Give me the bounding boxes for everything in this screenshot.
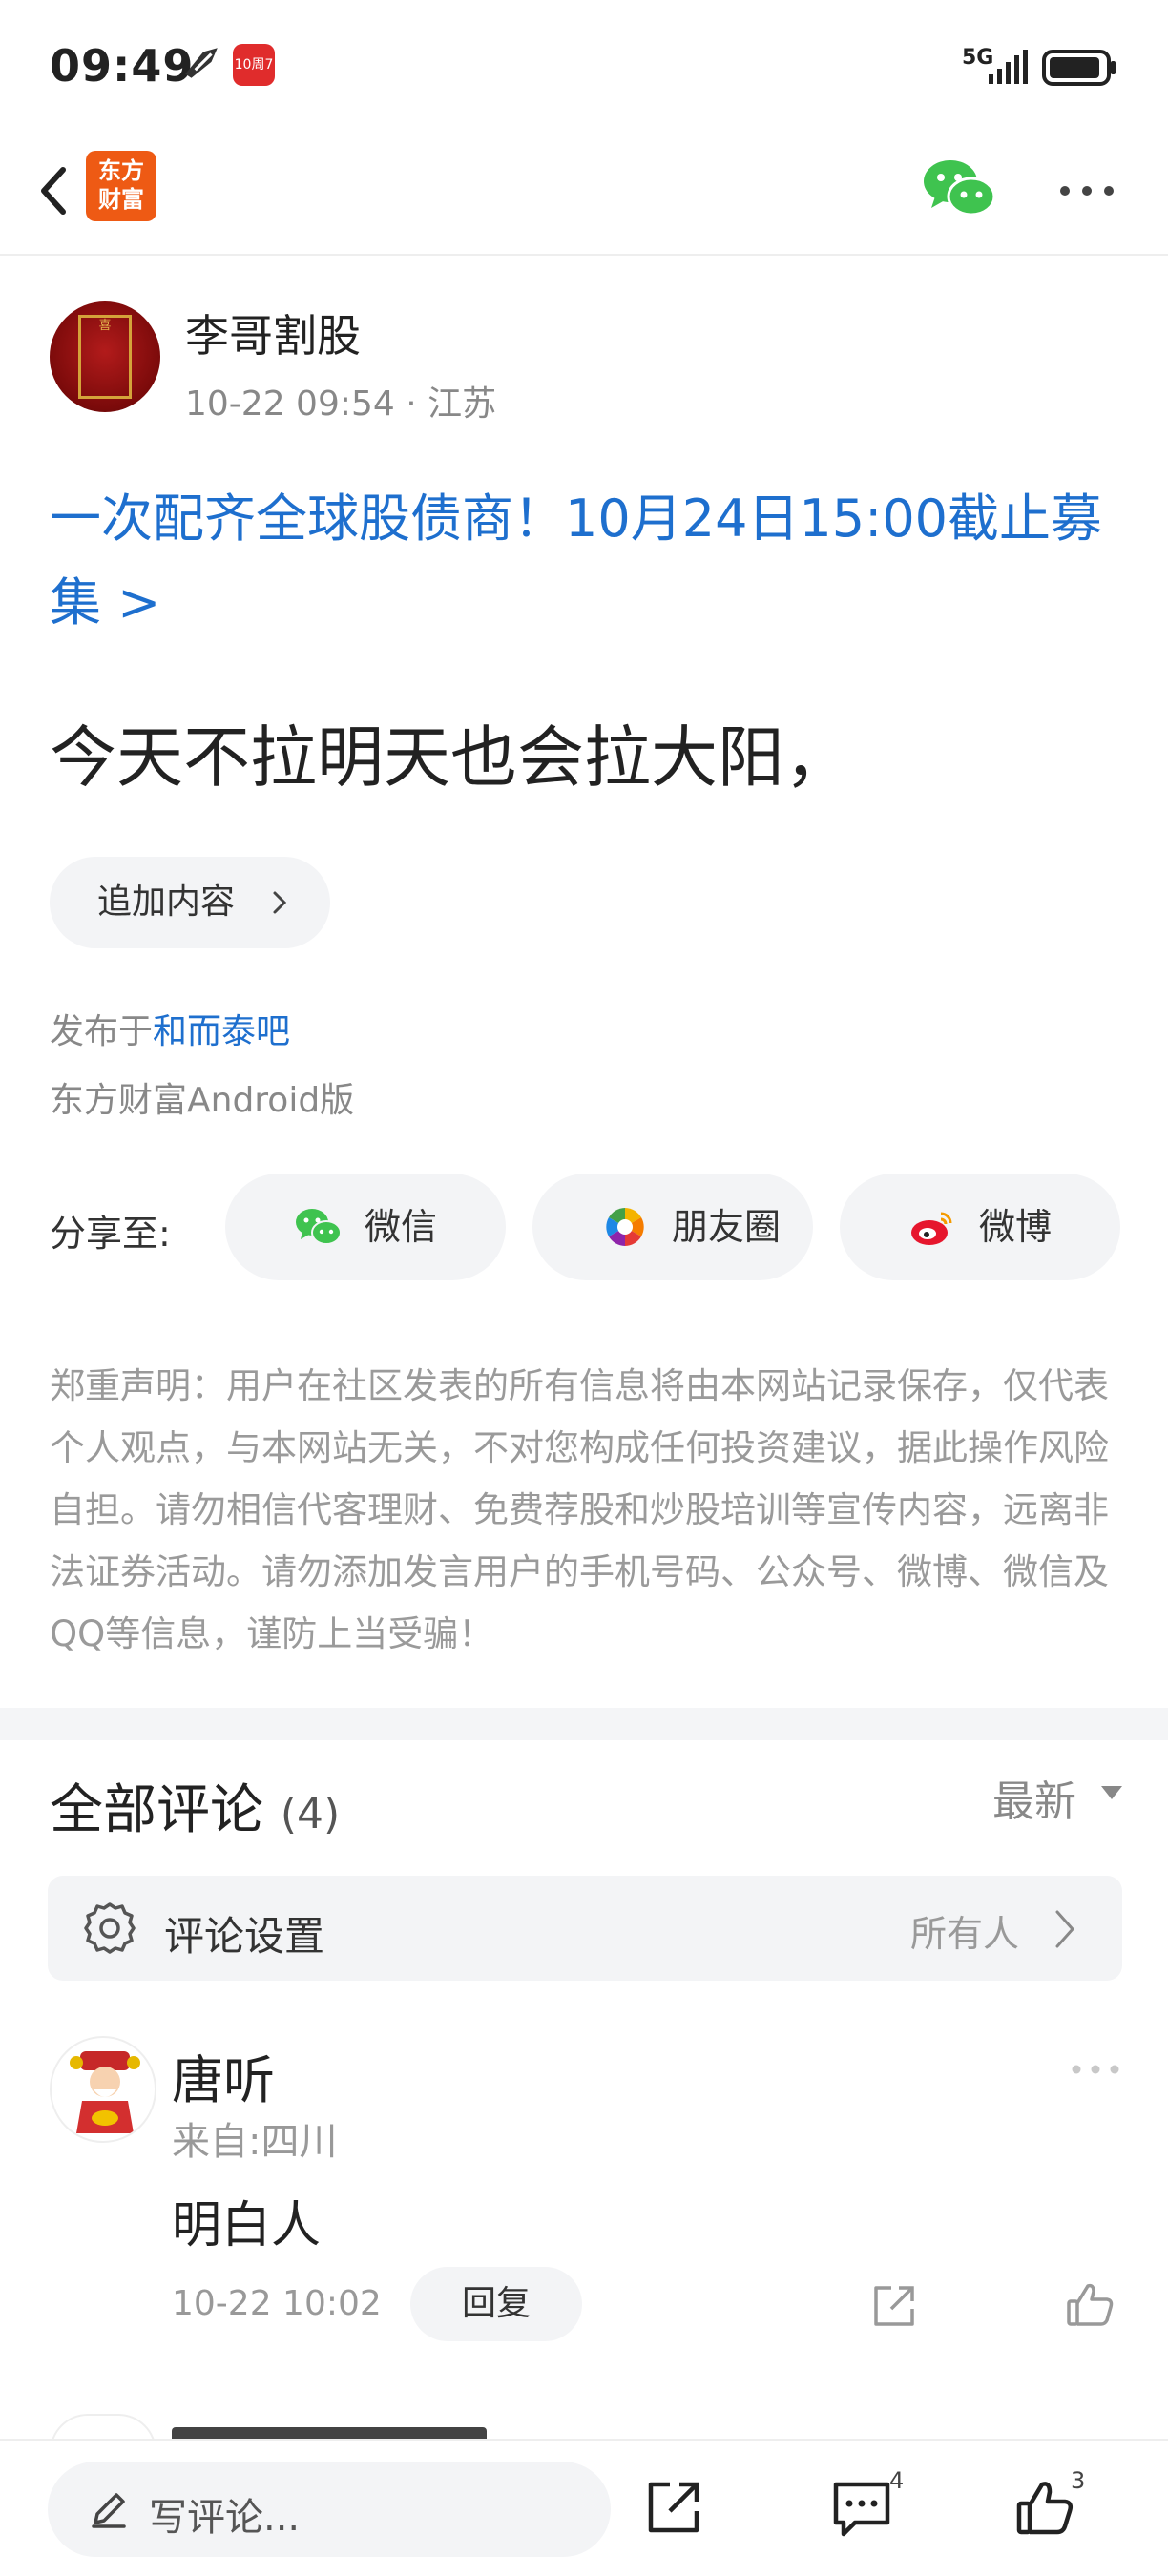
share-label: 分享至: bbox=[50, 1213, 171, 1255]
share-weibo-button[interactable]: 微博 bbox=[840, 1174, 1120, 1280]
write-comment-placeholder: 写评论... bbox=[149, 2496, 301, 2540]
signal-icon bbox=[989, 50, 1028, 84]
battery-icon bbox=[1042, 50, 1116, 86]
share-wechat-label: 微信 bbox=[365, 1206, 438, 1248]
gear-icon bbox=[84, 1902, 136, 1954]
wechat-share-icon[interactable] bbox=[922, 155, 996, 223]
more-options-icon[interactable] bbox=[1069, 2055, 1122, 2084]
section-divider bbox=[0, 1708, 1168, 1740]
promo-link[interactable]: 一次配齐全球股债商！10月24日15:00截止募集 > bbox=[50, 477, 1128, 645]
avatar-scroll-art: 喜 bbox=[78, 315, 132, 399]
back-arrow-icon[interactable] bbox=[19, 153, 95, 229]
share-wechat-button[interactable]: 微信 bbox=[225, 1174, 506, 1280]
status-time: 09:49 bbox=[50, 40, 195, 92]
top-nav: 东方 财富 bbox=[0, 134, 1168, 256]
status-bar: 09:49 10周7 5G bbox=[0, 0, 1168, 134]
write-comment-input[interactable]: 写评论... bbox=[48, 2462, 611, 2557]
comment-settings-value: 所有人 bbox=[910, 1913, 1020, 1955]
bar-link[interactable]: 和而泰吧 bbox=[153, 1012, 290, 1051]
comment-icon[interactable] bbox=[830, 2479, 893, 2540]
more-options-icon[interactable] bbox=[1053, 172, 1120, 210]
caishen-figure-icon bbox=[70, 2051, 140, 2133]
published-in: 发布于和而泰吧 bbox=[50, 1004, 290, 1053]
published-prefix: 发布于 bbox=[50, 1012, 154, 1051]
bottom-bar: 写评论... 4 3 bbox=[0, 2439, 1168, 2576]
share-moments-button[interactable]: 朋友圈 bbox=[532, 1174, 813, 1280]
paper-plane-icon bbox=[185, 48, 218, 78]
sort-label: 最新 bbox=[992, 1777, 1076, 1826]
comments-count: (4) bbox=[280, 1790, 341, 1839]
commenter-location: 来自:四川 bbox=[172, 2120, 338, 2164]
thumbs-up-icon[interactable] bbox=[1065, 2280, 1115, 2328]
share-weibo-label: 微博 bbox=[979, 1206, 1053, 1248]
author-avatar[interactable]: 喜 bbox=[50, 301, 160, 412]
comment-text: 明白人 bbox=[172, 2197, 322, 2254]
wechat-icon bbox=[296, 1209, 342, 1245]
chevron-right-icon bbox=[273, 891, 287, 914]
append-content-label: 追加内容 bbox=[97, 883, 236, 922]
pen-icon bbox=[92, 2493, 126, 2528]
app-notification-icon: 10周7 bbox=[233, 44, 275, 86]
sort-dropdown[interactable]: 最新 bbox=[992, 1767, 1122, 1828]
moments-icon bbox=[606, 1208, 644, 1246]
commenter-name[interactable]: 唐听 bbox=[172, 2038, 275, 2113]
thumbs-up-icon[interactable] bbox=[1015, 2479, 1074, 2538]
comment-settings-label: 评论设置 bbox=[164, 1913, 325, 1960]
author-name[interactable]: 李哥割股 bbox=[185, 301, 361, 364]
post-body: 今天不拉明天也会拉大阳， bbox=[50, 718, 851, 797]
reply-button[interactable]: 回复 bbox=[410, 2267, 582, 2341]
comment-settings-row[interactable]: 评论设置 所有人 bbox=[48, 1876, 1122, 1981]
weibo-icon bbox=[911, 1212, 952, 1245]
share-icon[interactable] bbox=[645, 2479, 702, 2536]
post-meta: 10-22 09:54 · 江苏 bbox=[185, 384, 497, 424]
share-icon[interactable] bbox=[870, 2282, 918, 2330]
commenter-avatar[interactable] bbox=[50, 2036, 156, 2143]
caret-down-icon bbox=[1101, 1786, 1122, 1799]
chevron-right-icon bbox=[1055, 1910, 1075, 1948]
comments-title-label: 全部评论 bbox=[50, 1779, 263, 1841]
like-count: 3 bbox=[1071, 2467, 1086, 2494]
append-content-button[interactable]: 追加内容 bbox=[50, 857, 330, 948]
share-moments-label: 朋友圈 bbox=[672, 1206, 782, 1248]
comment-time: 10-22 10:02 bbox=[172, 2284, 382, 2323]
comments-title: 全部评论 (4) bbox=[50, 1767, 340, 1844]
disclaimer: 郑重声明：用户在社区发表的所有信息将由本网站记录保存，仅代表个人观点，与本网站无… bbox=[50, 1365, 1109, 1654]
eastmoney-logo[interactable]: 东方 财富 bbox=[86, 151, 156, 221]
client-info: 东方财富Android版 bbox=[50, 1081, 355, 1120]
comment-count: 4 bbox=[889, 2467, 905, 2494]
